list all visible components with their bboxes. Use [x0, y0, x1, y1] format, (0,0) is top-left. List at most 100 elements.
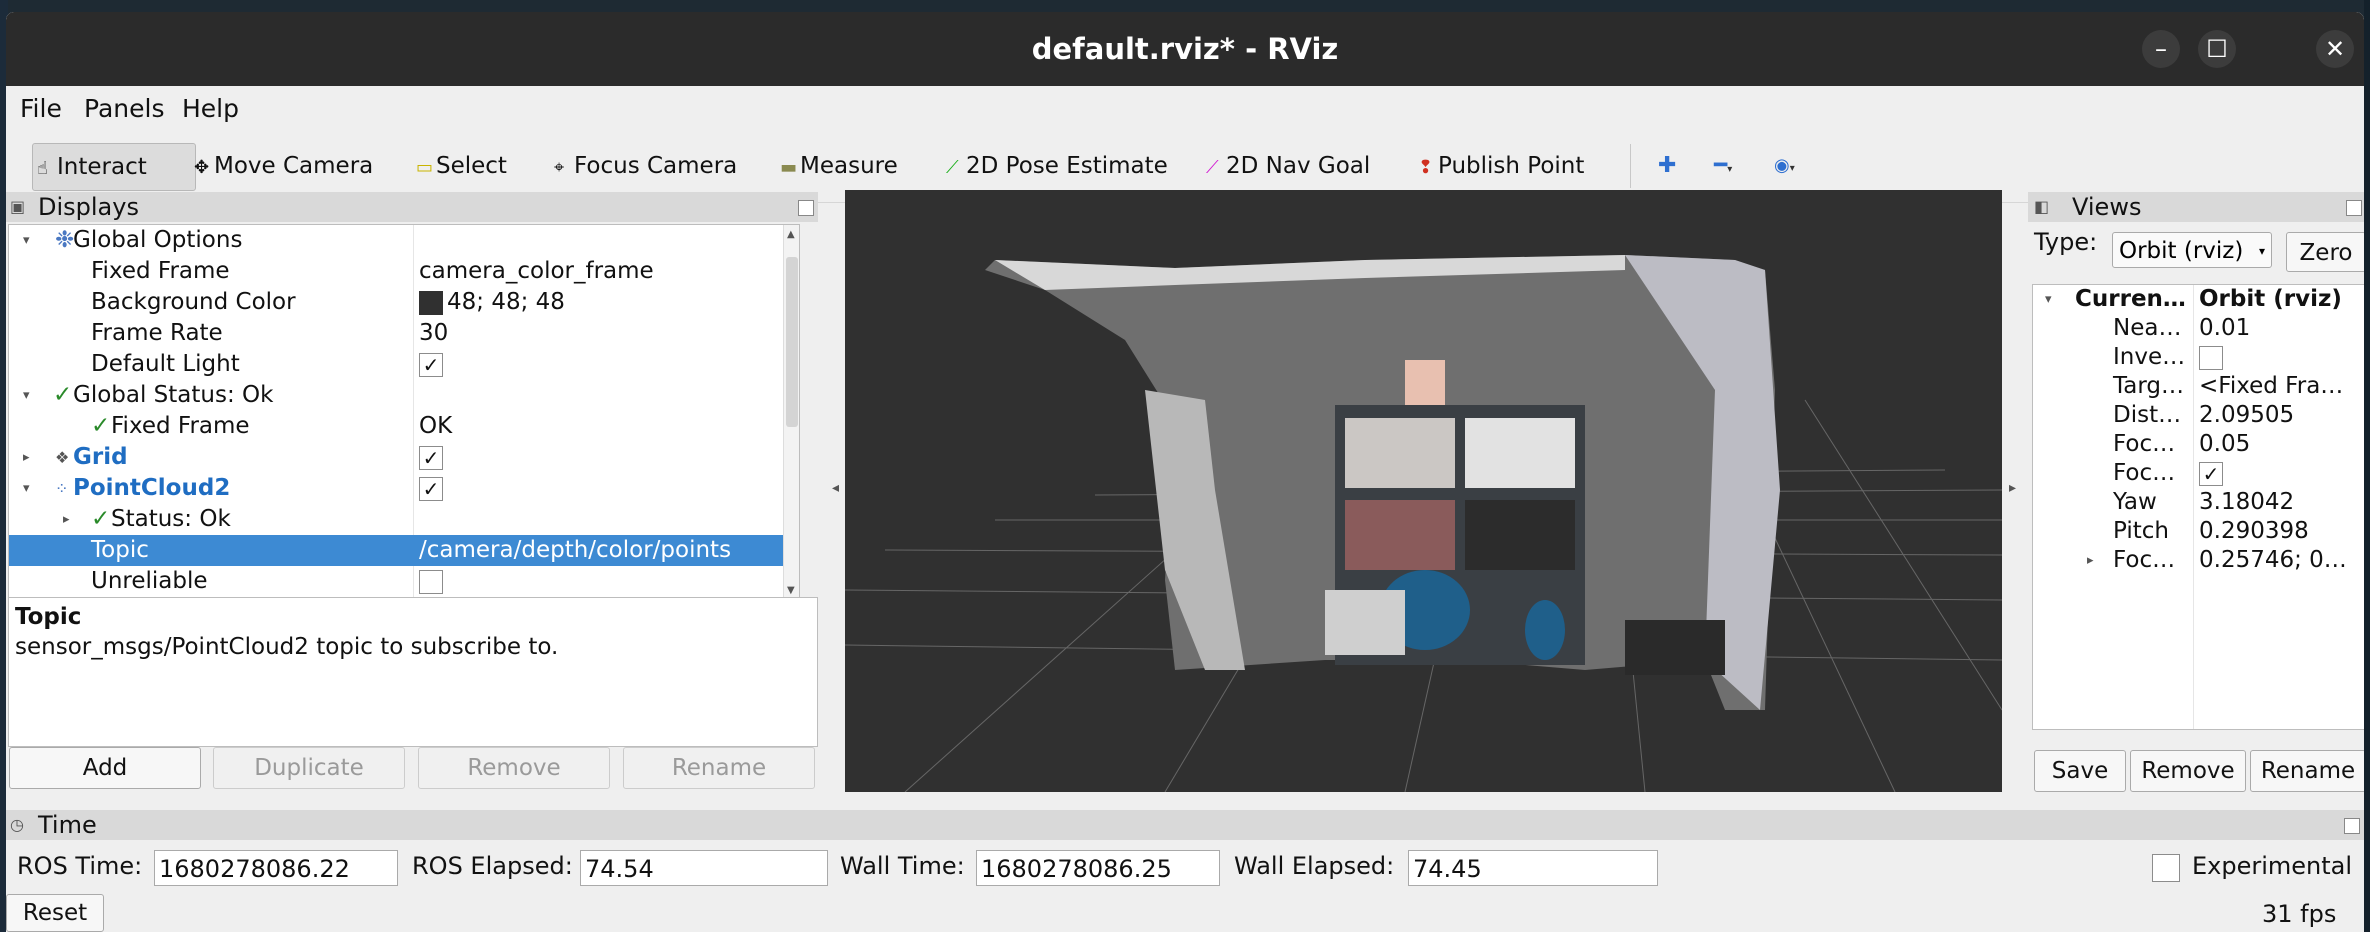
view-row-distance[interactable]: Dist… 2.09505: [2033, 401, 2363, 430]
expand-arrow-icon[interactable]: ▾: [23, 380, 30, 411]
view-prop-value[interactable]: 0.290398: [2199, 517, 2309, 546]
menu-bar: File Panels Help: [6, 86, 2364, 130]
focus-camera-tool-button[interactable]: ⌖ Focus Camera: [554, 143, 737, 189]
collapse-right-icon[interactable]: ▸: [2009, 480, 2016, 496]
view-row-target-frame[interactable]: Targ… <Fixed Fra…: [2033, 372, 2363, 401]
view-prop-value[interactable]: <Fixed Fra…: [2199, 372, 2343, 401]
tree-row-default-light[interactable]: Default Light ✓: [9, 349, 783, 380]
experimental-checkbox[interactable]: [2152, 854, 2180, 882]
measure-tool-button[interactable]: ▬ Measure: [780, 143, 898, 189]
tree-row-fixed-frame[interactable]: Fixed Frame camera_color_frame: [9, 256, 783, 287]
expand-arrow-icon[interactable]: ▾: [2045, 285, 2052, 314]
tree-row-background-color[interactable]: Background Color 48; 48; 48: [9, 287, 783, 318]
panel-float-icon[interactable]: [798, 200, 814, 216]
view-prop-value[interactable]: 0.01: [2199, 314, 2250, 343]
unreliable-checkbox[interactable]: [419, 569, 443, 594]
green-arrow-icon: ⟋: [946, 157, 959, 178]
collapse-arrow-icon[interactable]: ▸: [63, 504, 70, 535]
move-camera-tool-button[interactable]: ✥ Move Camera: [194, 143, 373, 189]
topic-value[interactable]: /camera/depth/color/points: [419, 535, 731, 566]
zero-button[interactable]: Zero: [2286, 232, 2364, 272]
tree-row-pointcloud2[interactable]: ▾ ⁘ PointCloud2 ✓: [9, 473, 783, 504]
view-row-near-clip[interactable]: Nea… 0.01: [2033, 314, 2363, 343]
rename-display-button[interactable]: Rename: [623, 747, 815, 789]
invert-checkbox[interactable]: [2199, 345, 2223, 370]
publish-point-label: Publish Point: [1438, 153, 1585, 179]
pointcloud2-checkbox[interactable]: ✓: [419, 476, 443, 501]
tree-row-global-options[interactable]: ▾ ❉ Global Options: [9, 225, 783, 256]
view-type-select[interactable]: Orbit (rviz) ▾: [2112, 232, 2272, 268]
ros-time-field[interactable]: 1680278086.22: [154, 850, 398, 886]
background-color-value[interactable]: 48; 48; 48: [447, 289, 565, 315]
view-prop-label: Dist…: [2113, 402, 2182, 428]
save-view-button[interactable]: Save: [2034, 750, 2126, 792]
color-swatch[interactable]: [419, 290, 443, 315]
rename-view-button[interactable]: Rename: [2250, 750, 2364, 792]
view-row-invert[interactable]: Inve…: [2033, 343, 2363, 372]
tree-row-status[interactable]: ▸ ✓ Status: Ok: [9, 504, 783, 535]
view-prop-label: Yaw: [2113, 489, 2157, 515]
frame-rate-value[interactable]: 30: [419, 318, 448, 349]
ros-elapsed-field[interactable]: 74.54: [580, 850, 828, 886]
scroll-down-icon[interactable]: ▼: [787, 585, 795, 596]
tree-row-global-status[interactable]: ▾ ✓ Global Status: Ok: [9, 380, 783, 411]
view-row-current[interactable]: ▾ Curren… Orbit (rviz): [2033, 285, 2363, 314]
wall-time-field[interactable]: 1680278086.25: [976, 850, 1220, 886]
menu-panels[interactable]: Panels: [84, 94, 164, 123]
view-row-yaw[interactable]: Yaw 3.18042: [2033, 488, 2363, 517]
view-row-focal-shape-fixed[interactable]: Foc… ✓: [2033, 459, 2363, 488]
scrollbar-thumb[interactable]: [786, 257, 798, 427]
expand-arrow-icon[interactable]: ▾: [23, 473, 30, 504]
fixed-frame-label: Fixed Frame: [91, 258, 230, 284]
add-tool-icon[interactable]: ✚: [1658, 143, 1676, 189]
tree-row-grid[interactable]: ▸ ❖ Grid ✓: [9, 442, 783, 473]
collapse-left-icon[interactable]: ◂: [832, 480, 839, 496]
grid-checkbox[interactable]: ✓: [419, 445, 443, 470]
default-light-checkbox[interactable]: ✓: [419, 352, 443, 377]
tree-scrollbar[interactable]: ▲ ▼: [783, 225, 799, 600]
toolbar-separator: [1630, 144, 1631, 188]
minimize-icon[interactable]: –: [2142, 30, 2180, 68]
view-row-focal-shape-size[interactable]: Foc… 0.05: [2033, 430, 2363, 459]
menu-file[interactable]: File: [20, 94, 62, 123]
tree-row-frame-rate[interactable]: Frame Rate 30: [9, 318, 783, 349]
publish-point-tool-button[interactable]: ❢ Publish Point: [1418, 143, 1584, 189]
view-prop-value[interactable]: 0.25746; 0…: [2199, 546, 2347, 575]
remove-display-button[interactable]: Remove: [418, 747, 610, 789]
collapse-arrow-icon[interactable]: ▸: [23, 442, 30, 473]
tree-row-topic[interactable]: Topic /camera/depth/color/points: [9, 535, 783, 566]
pose-estimate-tool-button[interactable]: ⟋ 2D Pose Estimate: [946, 143, 1168, 189]
remove-view-button[interactable]: Remove: [2130, 750, 2246, 792]
focal-fixed-checkbox[interactable]: ✓: [2199, 461, 2223, 486]
view-prop-value[interactable]: 2.09505: [2199, 401, 2294, 430]
nav-goal-tool-button[interactable]: ⟋ 2D Nav Goal: [1206, 143, 1370, 189]
reset-button[interactable]: Reset: [6, 894, 104, 932]
view-prop-label: Nea…: [2113, 315, 2182, 341]
view-row-focal-point[interactable]: ▸ Foc… 0.25746; 0…: [2033, 546, 2363, 575]
view-prop-value[interactable]: 0.05: [2199, 430, 2250, 459]
expand-arrow-icon[interactable]: ▾: [23, 225, 30, 256]
render-viewport[interactable]: [845, 190, 2002, 792]
view-row-pitch[interactable]: Pitch 0.290398: [2033, 517, 2363, 546]
interact-tool-button[interactable]: ☝ Interact: [32, 143, 196, 191]
unreliable-label: Unreliable: [91, 568, 208, 594]
displays-title: Displays: [38, 193, 139, 221]
view-prop-value[interactable]: 3.18042: [2199, 488, 2294, 517]
tool-properties-icon[interactable]: ◉▾: [1774, 143, 1795, 189]
wall-elapsed-field[interactable]: 74.45: [1408, 850, 1658, 886]
maximize-icon[interactable]: ☐: [2198, 30, 2236, 68]
fixed-frame-value[interactable]: camera_color_frame: [419, 256, 654, 287]
menu-help[interactable]: Help: [182, 94, 239, 123]
remove-tool-icon[interactable]: ━▾: [1714, 143, 1732, 189]
collapse-arrow-icon[interactable]: ▸: [2087, 546, 2094, 575]
select-tool-button[interactable]: ▭ Select: [416, 143, 507, 189]
scroll-up-icon[interactable]: ▲: [787, 229, 795, 240]
duplicate-button[interactable]: Duplicate: [213, 747, 405, 789]
add-button[interactable]: Add: [9, 747, 201, 789]
close-icon[interactable]: ✕: [2316, 30, 2354, 68]
shelf-items-2: [1465, 418, 1575, 488]
panel-float-icon[interactable]: [2346, 200, 2362, 216]
panel-float-icon[interactable]: [2344, 818, 2360, 834]
tree-row-status-fixed-frame[interactable]: ✓ Fixed Frame OK: [9, 411, 783, 442]
tree-row-unreliable[interactable]: Unreliable: [9, 566, 783, 597]
